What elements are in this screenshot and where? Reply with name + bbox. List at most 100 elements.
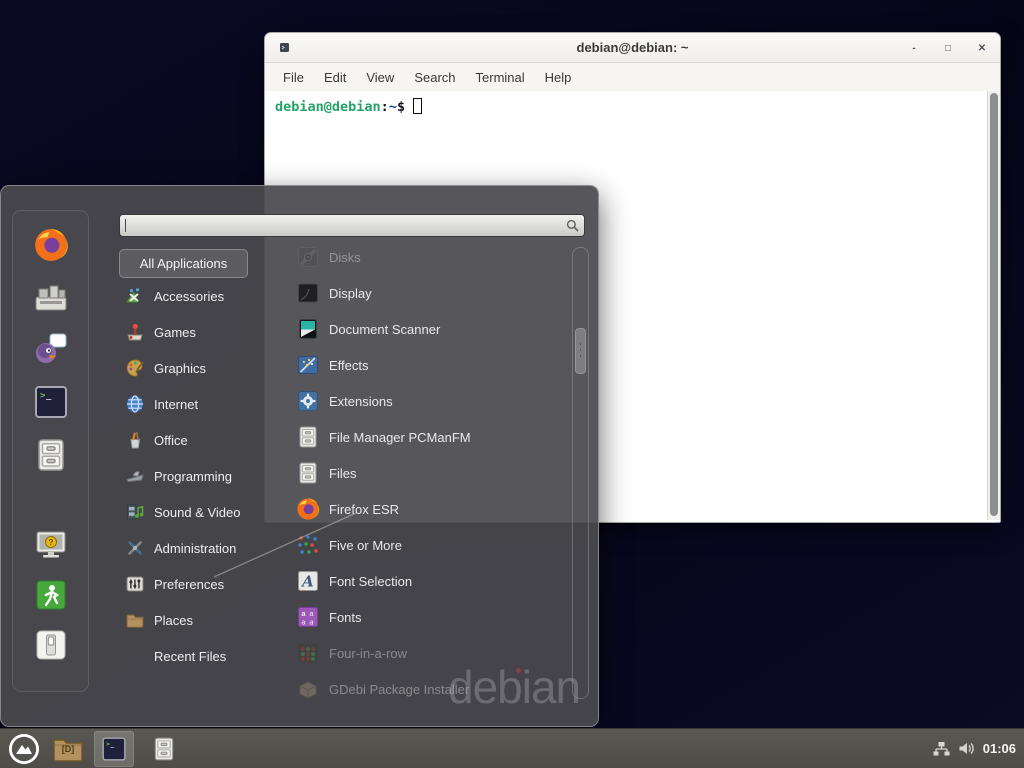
menu-scrollbar-thumb[interactable] — [575, 328, 586, 374]
app-label: Document Scanner — [329, 322, 440, 337]
app-files[interactable]: Files — [265, 455, 573, 491]
favorite-firefox-icon[interactable] — [33, 227, 69, 263]
four-in-a-row-icon — [296, 641, 320, 665]
search-input[interactable] — [128, 215, 566, 236]
category-office[interactable]: Office — [119, 422, 265, 458]
favorite-terminal-icon[interactable]: >_ — [33, 384, 69, 420]
file-cabinet-icon — [296, 425, 320, 449]
taskbar-terminal-task[interactable]: >_ — [94, 731, 134, 767]
clock[interactable]: 01:06 — [983, 741, 1016, 756]
software-manager-icon — [33, 281, 69, 317]
app-file-manager-pcmanfm[interactable]: File Manager PCManFM — [265, 419, 573, 455]
file-cabinet-icon — [33, 437, 69, 473]
volume-icon[interactable] — [958, 741, 975, 756]
menu-button[interactable] — [8, 733, 40, 765]
app-firefox-esr[interactable]: Firefox ESR — [265, 491, 573, 527]
terminal-menu-help[interactable]: Help — [535, 66, 582, 89]
maximize-button[interactable]: □ — [942, 43, 954, 54]
network-icon[interactable] — [933, 741, 950, 756]
app-label: Effects — [329, 358, 369, 373]
favorites-panel: >_? — [12, 210, 89, 692]
favorite-file-cabinet-icon[interactable] — [33, 437, 69, 473]
terminal-scrollbar-thumb[interactable] — [990, 93, 998, 516]
show-desktop-button[interactable]: [D] — [52, 735, 84, 763]
taskbar: [D] >_ 01:06 — [0, 728, 1024, 768]
text-caret — [125, 219, 126, 232]
category-label: Internet — [154, 397, 198, 412]
terminal-titlebar[interactable]: debian@debian: ~ - □ ✕ — [265, 33, 1000, 63]
shutdown-icon — [33, 627, 69, 663]
category-places[interactable]: Places — [119, 602, 265, 638]
category-label: Sound & Video — [154, 505, 241, 520]
app-five-or-more[interactable]: Five or More — [265, 527, 573, 563]
minimize-button[interactable]: - — [908, 43, 920, 54]
favorite-software-manager-icon[interactable] — [33, 281, 69, 317]
display-icon — [296, 281, 320, 305]
app-font-selection[interactable]: AFont Selection — [265, 563, 573, 599]
category-label: Graphics — [154, 361, 206, 376]
favorite-pidgin-icon[interactable] — [33, 331, 69, 367]
app-label: File Manager PCManFM — [329, 430, 471, 445]
terminal-menu-edit[interactable]: Edit — [314, 66, 356, 89]
favorite-screensaver-icon[interactable]: ? — [33, 527, 69, 563]
category-internet[interactable]: Internet — [119, 386, 265, 422]
terminal-menu-terminal[interactable]: Terminal — [466, 66, 535, 89]
prompt-path: ~ — [389, 99, 397, 115]
prompt-colon: : — [381, 99, 389, 115]
file-cabinet-icon — [296, 461, 320, 485]
terminal-icon: >_ — [101, 736, 127, 762]
category-administration[interactable]: Administration — [119, 530, 265, 566]
terminal-menu-file[interactable]: File — [273, 66, 314, 89]
category-accessories[interactable]: Accessories — [119, 278, 265, 314]
document-scanner-icon — [296, 317, 320, 341]
app-label: Four-in-a-row — [329, 646, 407, 661]
graphics-icon — [125, 358, 145, 378]
svg-text:_: _ — [110, 740, 114, 748]
scrollbar-grip — [580, 349, 581, 351]
favorite-shutdown-icon[interactable] — [33, 627, 69, 663]
category-sound-video[interactable]: Sound & Video — [119, 494, 265, 530]
app-four-in-a-row[interactable]: Four-in-a-row — [265, 635, 573, 671]
category-label: Games — [154, 325, 196, 340]
five-or-more-icon — [296, 533, 320, 557]
category-games[interactable]: Games — [119, 314, 265, 350]
terminal-menu-search[interactable]: Search — [404, 66, 465, 89]
category-label: Preferences — [154, 577, 224, 592]
favorite-logout-icon[interactable] — [33, 577, 69, 613]
app-disks[interactable]: Disks — [265, 239, 573, 275]
terminal-cursor — [413, 98, 422, 114]
search-icon — [566, 219, 579, 232]
taskbar-files-task[interactable] — [144, 731, 184, 767]
administration-icon — [125, 538, 145, 558]
terminal-menu-view[interactable]: View — [356, 66, 404, 89]
all-applications-button[interactable]: All Applications — [119, 249, 248, 278]
application-menu: >_? All Applications Accessories Games Gra… — [0, 185, 599, 727]
terminal-prompt: debian@debian:~$ — [265, 91, 1000, 122]
scrollbar-grip — [580, 343, 581, 345]
logout-icon — [33, 577, 69, 613]
fonts-icon: aaaa — [296, 605, 320, 629]
app-gdebi-package-installer[interactable]: GDebi Package Installer — [265, 671, 573, 707]
close-button[interactable]: ✕ — [976, 43, 988, 54]
category-preferences[interactable]: Preferences — [119, 566, 265, 602]
svg-text:>: > — [106, 740, 110, 748]
app-extensions[interactable]: Extensions — [265, 383, 573, 419]
prompt-user-host: debian@debian — [275, 99, 381, 115]
category-recent-files[interactable]: Recent Files — [119, 638, 265, 674]
category-programming[interactable]: Programming — [119, 458, 265, 494]
system-tray: 01:06 — [933, 741, 1024, 756]
app-document-scanner[interactable]: Document Scanner — [265, 311, 573, 347]
app-effects[interactable]: Effects — [265, 347, 573, 383]
app-fonts[interactable]: aaaaFonts — [265, 599, 573, 635]
search-box[interactable] — [119, 214, 585, 237]
show-desktop-label: [D] — [52, 744, 84, 754]
category-graphics[interactable]: Graphics — [119, 350, 265, 386]
category-list: Accessories Games Graphics Internet Office Pr… — [119, 278, 265, 674]
extensions-icon — [296, 389, 320, 413]
accessories-icon — [125, 286, 145, 306]
terminal-scrollbar[interactable] — [987, 91, 1000, 520]
app-display[interactable]: Display — [265, 275, 573, 311]
menu-scrollbar[interactable] — [572, 247, 589, 699]
category-label: Office — [154, 433, 188, 448]
prompt-dollar: $ — [397, 99, 405, 115]
